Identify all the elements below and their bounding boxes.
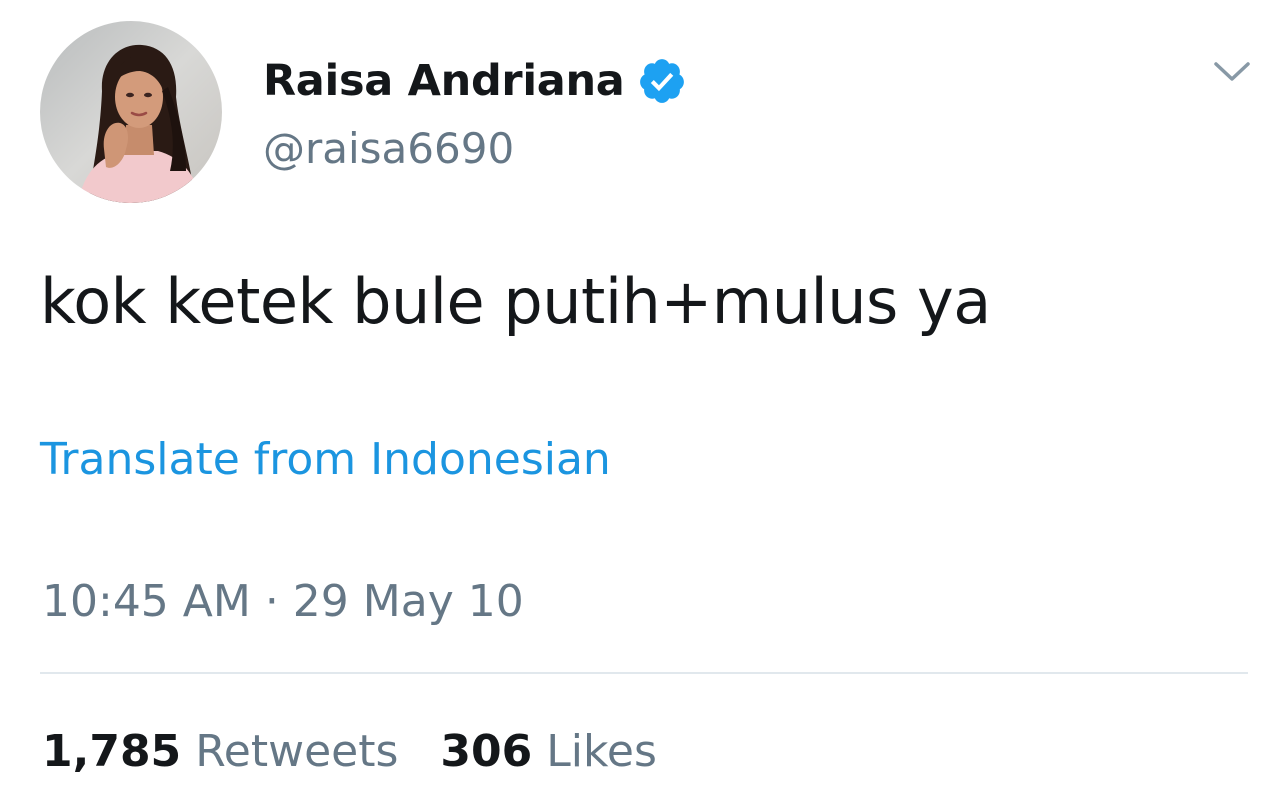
tweet-detail: Raisa Andriana @raisa6690 kok ketek bule… (0, 0, 1280, 801)
avatar-image (40, 21, 222, 203)
avatar[interactable] (40, 21, 222, 203)
tweet-timestamp[interactable]: 10:45 AM · 29 May 10 (42, 574, 524, 630)
retweets-label: Retweets (195, 726, 399, 777)
likes-label: Likes (546, 726, 657, 777)
likes-count: 306 (440, 726, 533, 777)
user-handle[interactable]: @raisa6690 (263, 120, 514, 178)
tweet-text: kok ketek bule putih+mulus ya (40, 265, 991, 338)
verified-badge-icon (637, 56, 687, 106)
translate-link[interactable]: Translate from Indonesian (40, 432, 611, 488)
likes-stat[interactable]: 306 Likes (440, 724, 657, 780)
divider (40, 672, 1248, 674)
display-name[interactable]: Raisa Andriana (263, 51, 625, 111)
display-name-row[interactable]: Raisa Andriana (263, 51, 687, 111)
tweet-stats: 1,785 Retweets 306 Likes (42, 722, 657, 782)
chevron-down-icon (1214, 62, 1250, 81)
retweets-stat[interactable]: 1,785 Retweets (42, 724, 398, 780)
retweets-count: 1,785 (42, 726, 182, 777)
tweet-menu-button[interactable] (1206, 52, 1258, 92)
